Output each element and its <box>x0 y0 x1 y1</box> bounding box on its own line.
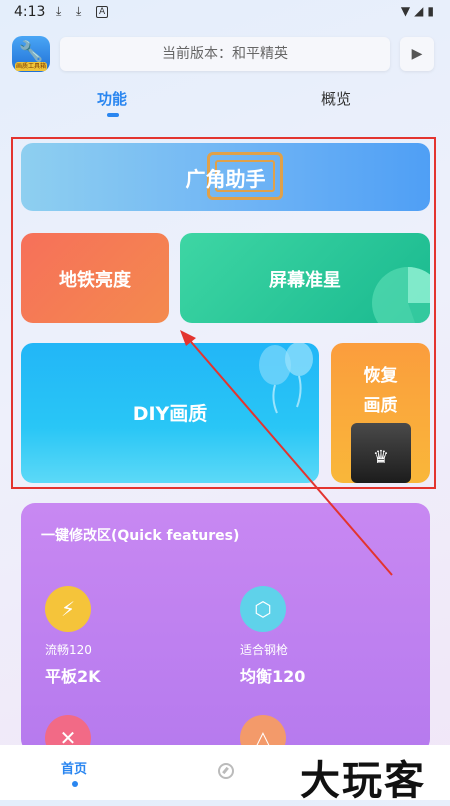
play-icon: ▶ <box>411 46 423 62</box>
highlight-frame <box>11 137 436 489</box>
compass-icon[interactable] <box>218 763 234 779</box>
wrench-icon: 🔧 <box>18 39 44 63</box>
play-button[interactable]: ▶ <box>400 37 434 71</box>
status-time: 4:13 <box>14 4 46 20</box>
status-bar: 4:13 ⤓ ⤓ A ▼◢▮ <box>0 0 450 26</box>
download-icon: ⤓ <box>76 4 82 18</box>
version-bar[interactable]: 当前版本：和平精英 <box>60 37 390 71</box>
quick-feature-value[interactable]: 均衡120 <box>240 663 305 687</box>
tab-functions[interactable]: 功能 <box>97 88 127 109</box>
tab-indicator <box>107 113 119 117</box>
quick-features-panel: 一键修改区(Quick features) ⚡ 流畅120 平板2K ⬡ 适合钢… <box>21 503 430 753</box>
quick-features-title: 一键修改区(Quick features) <box>41 528 240 544</box>
nav-active-dot <box>72 781 78 787</box>
quick-feature-label: 流畅120 <box>45 643 92 657</box>
tab-overview[interactable]: 概览 <box>321 88 351 109</box>
lightning-shield-icon[interactable]: ⚡ <box>45 586 91 632</box>
app-logo[interactable]: 🔧 画质工具箱 <box>12 36 50 72</box>
hexagon-icon[interactable]: ⬡ <box>240 586 286 632</box>
quick-feature-label: 适合钢枪 <box>240 643 289 657</box>
signal-icon: ◢ <box>414 4 428 18</box>
battery-icon: ▮ <box>427 4 438 18</box>
app-badge: 画质工具箱 <box>15 62 47 71</box>
download-icon: ⤓ <box>56 4 62 18</box>
bottom-nav: 首页 大玩客 <box>0 745 450 804</box>
quick-feature-value[interactable]: 平板2K <box>45 663 101 687</box>
nav-home[interactable]: 首页 <box>61 758 87 777</box>
wifi-icon: ▼ <box>400 4 415 18</box>
status-right-icons: ▼◢▮ <box>401 4 438 18</box>
watermark: 大玩客 <box>300 757 426 804</box>
app-notification-icon: A <box>96 6 109 18</box>
